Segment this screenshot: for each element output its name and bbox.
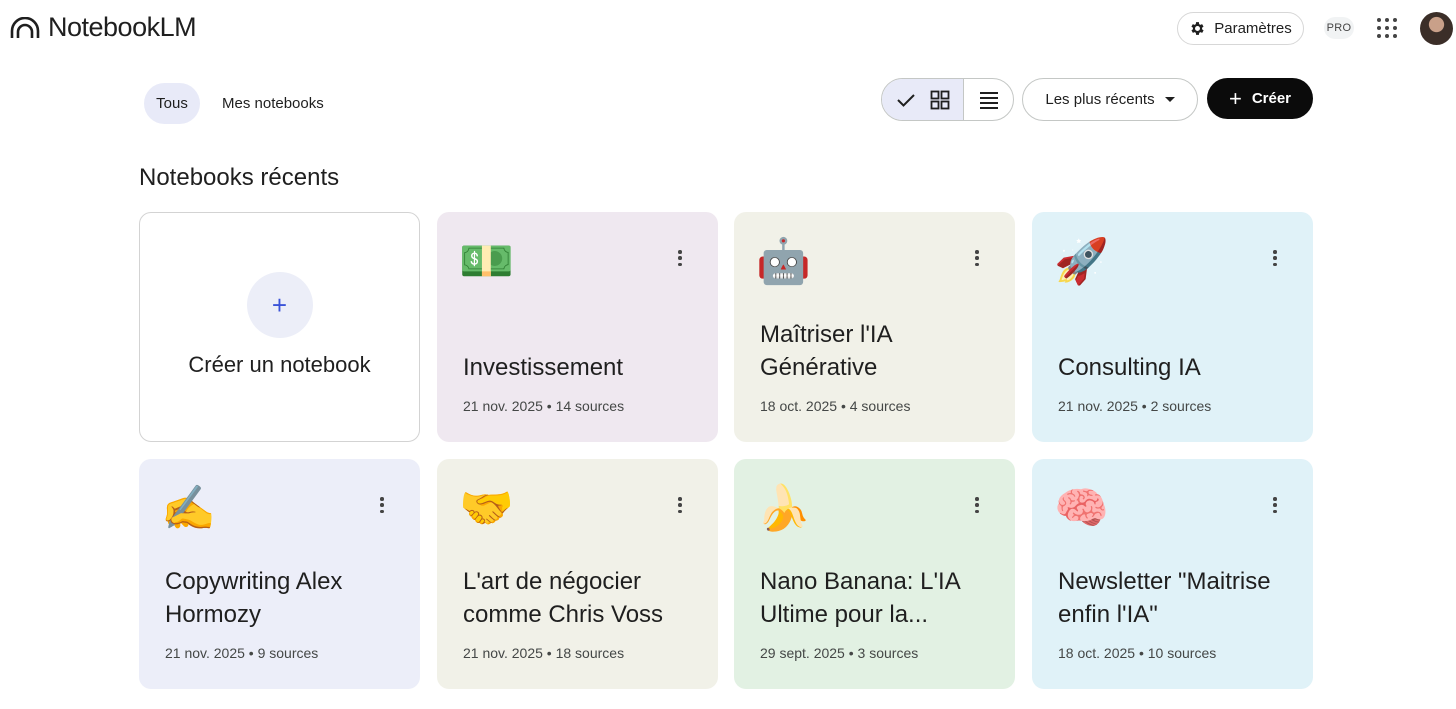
notebook-meta: 21 nov. 2025 • 9 sources [165, 645, 319, 661]
plus-icon: + [1228, 85, 1242, 111]
notebook-emoji-icon: 🤖 [756, 236, 811, 287]
notebook-emoji-icon: 🤝 [459, 483, 514, 534]
notebook-title: Investissement [463, 354, 624, 381]
sort-label: Les plus récents [1045, 91, 1155, 108]
notebook-meta: 18 oct. 2025 • 4 sources [760, 398, 911, 414]
notebook-card[interactable]: 🍌 Nano Banana: L'IA Ultime pour la... 29… [734, 459, 1015, 689]
section-title: Notebooks récents [139, 164, 340, 191]
notebook-emoji-icon: ✍️ [161, 483, 216, 534]
more-vert-icon[interactable] [1273, 250, 1277, 266]
plan-badge: PRO [1324, 17, 1354, 39]
more-vert-icon[interactable] [975, 250, 979, 266]
plus-icon: + [246, 272, 313, 338]
notebook-card[interactable]: 🤝 L'art de négocier comme Chris Voss 21 … [437, 459, 718, 689]
more-vert-icon[interactable] [975, 497, 979, 513]
settings-button[interactable]: Paramètres [1177, 12, 1304, 45]
notebook-emoji-icon: 🍌 [756, 483, 811, 534]
notebook-emoji-icon: 🚀 [1054, 236, 1109, 287]
notebooklm-logo-icon [10, 16, 40, 38]
notebook-emoji-icon: 🧠 [1054, 483, 1109, 534]
check-icon [896, 93, 915, 107]
app-logo[interactable]: NotebookLM [10, 12, 197, 43]
notebook-card[interactable]: 🧠 Newsletter "Maitrise enfin l'IA" 18 oc… [1032, 459, 1313, 689]
notebook-title: Consulting IA [1058, 354, 1201, 381]
create-button[interactable]: + Créer [1207, 78, 1313, 119]
notebook-title: Maîtriser l'IA Générative [760, 321, 892, 381]
notebook-meta: 21 nov. 2025 • 14 sources [463, 398, 625, 414]
create-label: Créer [1251, 90, 1292, 107]
sort-dropdown[interactable]: Les plus récents [1022, 78, 1198, 121]
notebook-title: Copywriting Alex Hormozy [165, 568, 343, 628]
notebook-meta: 21 nov. 2025 • 18 sources [463, 645, 625, 661]
notebook-emoji-icon: 💵 [459, 236, 514, 287]
notebook-title: L'art de négocier comme Chris Voss [463, 568, 664, 628]
apps-grid-icon[interactable] [1377, 18, 1397, 38]
more-vert-icon[interactable] [678, 250, 682, 266]
app-name: NotebookLM [48, 12, 197, 42]
notebook-card[interactable]: 🚀 Consulting IA 21 nov. 2025 • 2 sources [1032, 212, 1313, 442]
notebook-card[interactable]: 🤖 Maîtriser l'IA Générative 18 oct. 2025… [734, 212, 1015, 442]
notebook-card[interactable]: 💵 Investissement 21 nov. 2025 • 14 sourc… [437, 212, 718, 442]
notebook-title: Nano Banana: L'IA Ultime pour la... [760, 568, 960, 628]
view-mode-toggle [881, 78, 1014, 121]
user-avatar[interactable] [1420, 12, 1453, 45]
notebook-card[interactable]: ✍️ Copywriting Alex Hormozy 21 nov. 2025… [139, 459, 420, 689]
grid-icon [930, 90, 949, 109]
list-icon [979, 91, 998, 109]
tab-my-notebooks[interactable]: Mes notebooks [210, 83, 336, 124]
more-vert-icon[interactable] [678, 497, 682, 513]
grid-view-button[interactable] [882, 79, 964, 120]
notebook-title: Newsletter "Maitrise enfin l'IA" [1058, 568, 1271, 628]
create-notebook-card[interactable]: + Créer un notebook [139, 212, 420, 442]
list-view-button[interactable] [964, 79, 1013, 120]
more-vert-icon[interactable] [380, 497, 384, 513]
notebook-meta: 18 oct. 2025 • 10 sources [1058, 645, 1217, 661]
more-vert-icon[interactable] [1273, 497, 1277, 513]
tab-all[interactable]: Tous [144, 83, 200, 124]
gear-icon [1191, 22, 1204, 35]
caret-down-icon [1164, 97, 1175, 102]
settings-label: Paramètres [1214, 20, 1292, 37]
notebook-meta: 21 nov. 2025 • 2 sources [1058, 398, 1212, 414]
notebook-meta: 29 sept. 2025 • 3 sources [760, 645, 919, 661]
create-notebook-label: Créer un notebook [188, 352, 371, 377]
